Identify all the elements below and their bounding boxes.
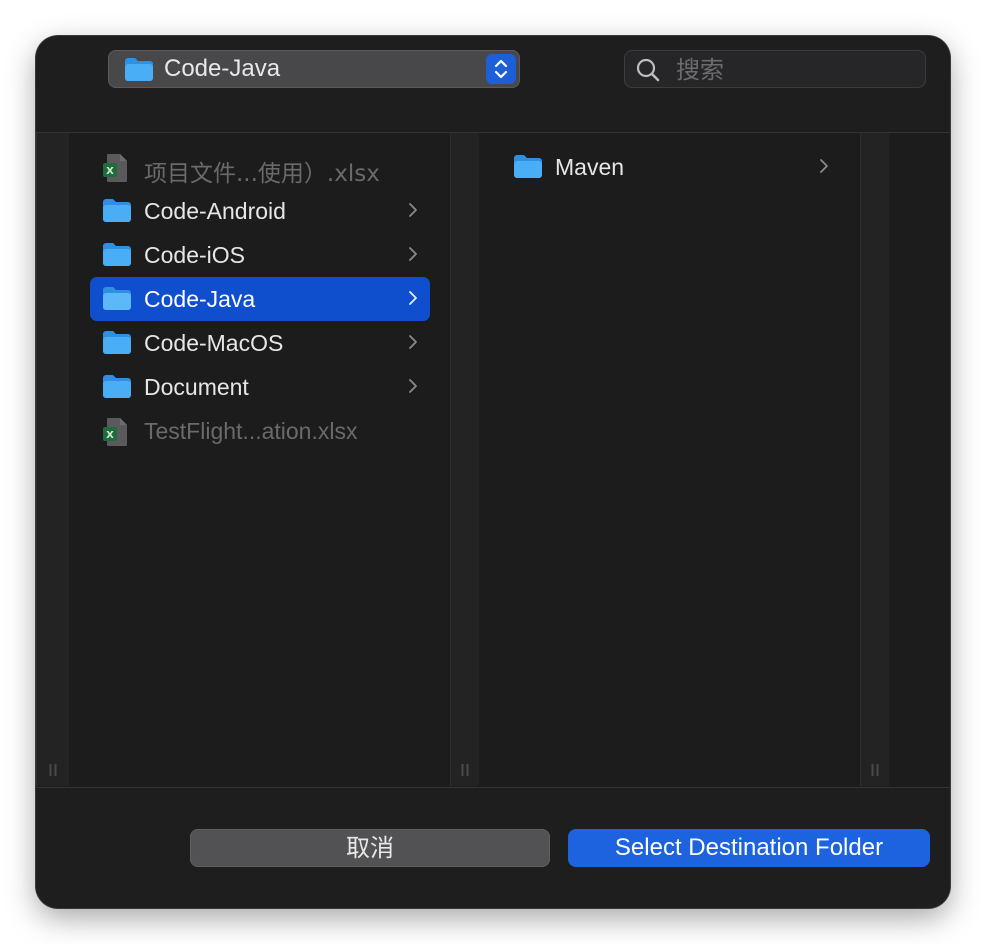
excel-file-icon: X bbox=[102, 153, 130, 188]
list-item-file[interactable]: X 项目文件...使用）.xlsx bbox=[90, 145, 430, 189]
folder-icon bbox=[513, 153, 543, 184]
column-resize-handle[interactable] bbox=[49, 764, 58, 776]
list-item-label: Code-iOS bbox=[144, 242, 245, 268]
folder-icon bbox=[102, 373, 132, 404]
chevron-right-icon bbox=[408, 377, 418, 400]
list-item-file[interactable]: X TestFlight...ation.xlsx bbox=[90, 409, 430, 453]
list-item-label: Maven bbox=[555, 154, 625, 180]
list-item-label: Code-MacOS bbox=[144, 330, 284, 356]
svg-text:X: X bbox=[106, 430, 114, 441]
chevron-right-icon bbox=[408, 289, 418, 312]
list-item-maven[interactable]: Maven bbox=[501, 145, 841, 189]
path-popup-button[interactable]: Code-Java bbox=[108, 50, 520, 88]
browser-column-1: X 项目文件...使用）.xlsx Code-Android Code-iOS bbox=[69, 133, 450, 786]
dialog-footer: 取消 Select Destination Folder bbox=[36, 787, 950, 908]
column-gutter bbox=[860, 133, 890, 786]
excel-file-icon: X bbox=[102, 417, 130, 452]
list-item-code-java[interactable]: Code-Java bbox=[90, 277, 430, 321]
folder-icon bbox=[124, 57, 154, 86]
search-icon bbox=[636, 58, 660, 87]
column-gutter bbox=[450, 133, 480, 786]
list-item-code-android[interactable]: Code-Android bbox=[90, 189, 430, 233]
updown-chevron-icon bbox=[486, 54, 516, 84]
folder-icon bbox=[102, 197, 132, 228]
search-field[interactable] bbox=[624, 50, 926, 88]
column-resize-handle[interactable] bbox=[461, 764, 470, 776]
chevron-right-icon bbox=[408, 333, 418, 356]
folder-icon bbox=[102, 241, 132, 272]
cancel-button[interactable]: 取消 bbox=[190, 829, 550, 867]
chevron-right-icon bbox=[819, 157, 829, 180]
svg-text:X: X bbox=[106, 166, 114, 177]
list-item-label: 项目文件...使用）.xlsx bbox=[144, 161, 380, 187]
list-item-code-ios[interactable]: Code-iOS bbox=[90, 233, 430, 277]
column-gutter bbox=[36, 133, 70, 786]
column-resize-handle[interactable] bbox=[871, 764, 880, 776]
browser-column-3 bbox=[889, 133, 950, 786]
folder-icon bbox=[102, 329, 132, 360]
list-item-code-macos[interactable]: Code-MacOS bbox=[90, 321, 430, 365]
list-item-label: TestFlight...ation.xlsx bbox=[144, 418, 358, 444]
dialog-header: Code-Java bbox=[36, 36, 950, 133]
list-item-document[interactable]: Document bbox=[90, 365, 430, 409]
list-item-label: Code-Android bbox=[144, 198, 286, 224]
search-input[interactable] bbox=[674, 53, 918, 87]
folder-icon bbox=[102, 285, 132, 316]
select-destination-folder-button[interactable]: Select Destination Folder bbox=[568, 829, 930, 867]
browser-column-2: Maven bbox=[479, 133, 860, 786]
path-popup-label: Code-Java bbox=[164, 55, 281, 82]
column-browser: X 项目文件...使用）.xlsx Code-Android Code-iOS bbox=[36, 133, 950, 786]
list-item-label: Document bbox=[144, 374, 249, 400]
chevron-right-icon bbox=[408, 201, 418, 224]
chevron-right-icon bbox=[408, 245, 418, 268]
list-item-label: Code-Java bbox=[144, 286, 256, 312]
file-dialog: Code-Java 搜索 X 项目文件...使用）.xlsx Code-Andr… bbox=[36, 36, 950, 908]
